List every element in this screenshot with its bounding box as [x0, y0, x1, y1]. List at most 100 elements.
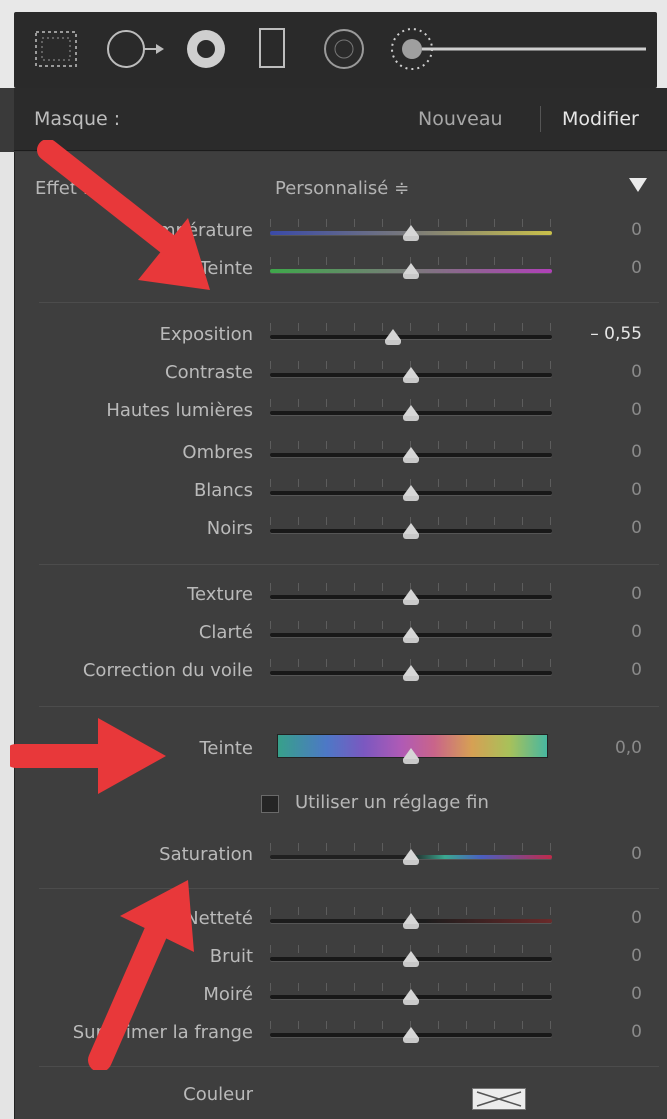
slider-thumb[interactable] — [403, 1027, 419, 1043]
slider-saturation[interactable]: Saturation 0 — [15, 838, 667, 872]
slider-highlights[interactable]: Hautes lumières 0 — [15, 394, 667, 428]
toolbar — [0, 0, 667, 88]
mask-label: Masque : — [34, 108, 121, 130]
slider-label: Bruit — [209, 946, 253, 967]
slider-value[interactable]: 0 — [631, 908, 642, 928]
slider-label: Teinte — [199, 738, 253, 759]
slider-thumb[interactable] — [403, 485, 419, 501]
slider-label: Saturation — [159, 844, 253, 865]
slider-noise[interactable]: Bruit 0 — [15, 940, 667, 974]
slider-thumb[interactable] — [403, 523, 419, 539]
section-divider — [39, 1066, 659, 1067]
slider-value[interactable]: 0 — [631, 362, 642, 382]
slider-label: Supprimer la frange — [72, 1022, 253, 1043]
slider-thumb[interactable] — [403, 951, 419, 967]
slider-value[interactable]: 0 — [631, 622, 642, 642]
slider-value[interactable]: 0 — [631, 1022, 642, 1042]
slider-thumb[interactable] — [403, 405, 419, 421]
slider-thumb[interactable] — [403, 367, 419, 383]
slider-blacks[interactable]: Noirs 0 — [15, 512, 667, 546]
slider-value[interactable]: 0 — [631, 480, 642, 500]
slider-value[interactable]: 0 — [631, 258, 642, 278]
slider-label: Hautes lumières — [106, 400, 253, 421]
section-divider — [39, 706, 659, 707]
redeye-icon[interactable] — [180, 24, 232, 74]
slider-shadows[interactable]: Ombres 0 — [15, 436, 667, 470]
fine-adjust-checkbox[interactable] — [261, 795, 279, 813]
color-row: Couleur — [15, 1078, 667, 1112]
slider-defringe[interactable]: Supprimer la frange 0 — [15, 1016, 667, 1050]
tool-strip — [14, 12, 657, 88]
section-divider — [39, 302, 659, 303]
updown-icon: ≑ — [394, 178, 410, 199]
slider-thumb[interactable] — [403, 665, 419, 681]
slider-value[interactable]: 0 — [631, 220, 642, 240]
slider-hue[interactable]: Teinte 0,0 — [15, 734, 667, 774]
effect-label: Effet : — [35, 178, 89, 199]
slider-label: Exposition — [159, 324, 253, 345]
section-divider — [39, 888, 659, 889]
slider-temperature[interactable]: Température 0 — [15, 214, 667, 248]
slider-thumb[interactable] — [403, 225, 419, 241]
slider-label: Ombres — [182, 442, 253, 463]
preset-value: Personnalisé — [275, 178, 389, 199]
slider-value[interactable]: 0 — [631, 400, 642, 420]
slider-whites[interactable]: Blancs 0 — [15, 474, 667, 508]
radial-filter-icon[interactable] — [254, 24, 290, 74]
slider-label: Contraste — [165, 362, 253, 383]
slider-thumb[interactable] — [403, 748, 419, 764]
edit-mask-button[interactable]: Modifier — [562, 108, 639, 130]
slider-value[interactable]: 0 — [631, 984, 642, 1004]
color-label: Couleur — [183, 1084, 253, 1105]
new-mask-button[interactable]: Nouveau — [418, 108, 503, 130]
slider-thumb[interactable] — [403, 913, 419, 929]
slider-thumb[interactable] — [403, 263, 419, 279]
slider-sharpness[interactable]: Netteté 0 — [15, 902, 667, 936]
slider-thumb[interactable] — [403, 589, 419, 605]
slider-value[interactable]: 0,0 — [615, 738, 642, 758]
slider-thumb[interactable] — [385, 329, 401, 345]
mask-header: Masque : Nouveau Modifier — [14, 88, 667, 151]
spot-removal-icon[interactable] — [104, 24, 166, 74]
brush-size-slider[interactable] — [388, 22, 650, 76]
slider-value[interactable]: 0 — [631, 844, 642, 864]
adjustment-brush-icon[interactable] — [320, 24, 368, 74]
slider-label: Texture — [187, 584, 253, 605]
slider-thumb[interactable] — [403, 447, 419, 463]
slider-value[interactable]: 0 — [631, 442, 642, 462]
slider-value[interactable]: 0 — [631, 946, 642, 966]
slider-moire[interactable]: Moiré 0 — [15, 978, 667, 1012]
slider-value[interactable]: 0 — [631, 518, 642, 538]
section-divider — [39, 564, 659, 565]
header-divider — [540, 106, 541, 132]
slider-label: Température — [138, 220, 253, 241]
slider-label: Correction du voile — [82, 660, 253, 681]
slider-thumb[interactable] — [403, 627, 419, 643]
adjustment-panel: Effet : Personnalisé ≑ Température 0 Tei… — [14, 152, 667, 1119]
slider-label: Netteté — [185, 908, 253, 929]
slider-thumb[interactable] — [403, 849, 419, 865]
effect-preset-select[interactable]: Personnalisé ≑ — [275, 178, 409, 199]
left-edge — [0, 152, 14, 1119]
color-swatch[interactable] — [472, 1088, 526, 1110]
slider-value[interactable]: – 0,55 — [590, 324, 642, 344]
slider-contrast[interactable]: Contraste 0 — [15, 356, 667, 390]
slider-label: Moiré — [203, 984, 253, 1005]
slider-clarity[interactable]: Clarté 0 — [15, 616, 667, 650]
slider-thumb[interactable] — [403, 989, 419, 1005]
graduated-filter-icon[interactable] — [30, 26, 82, 72]
slider-label: Noirs — [206, 518, 253, 539]
slider-value[interactable]: 0 — [631, 584, 642, 604]
slider-texture[interactable]: Texture 0 — [15, 578, 667, 612]
fine-adjust-label[interactable]: Utiliser un réglage fin — [295, 792, 489, 813]
slider-value[interactable]: 0 — [631, 660, 642, 680]
no-color-icon — [476, 1091, 522, 1107]
slider-label: Clarté — [198, 622, 253, 643]
slider-dehaze[interactable]: Correction du voile 0 — [15, 654, 667, 688]
slider-track[interactable] — [270, 335, 552, 339]
slider-exposure[interactable]: Exposition – 0,55 — [15, 318, 667, 352]
collapse-triangle-icon[interactable] — [629, 178, 647, 192]
slider-label: Teinte — [199, 258, 253, 279]
slider-ticks — [270, 323, 552, 331]
slider-tint[interactable]: Teinte 0 — [15, 252, 667, 286]
